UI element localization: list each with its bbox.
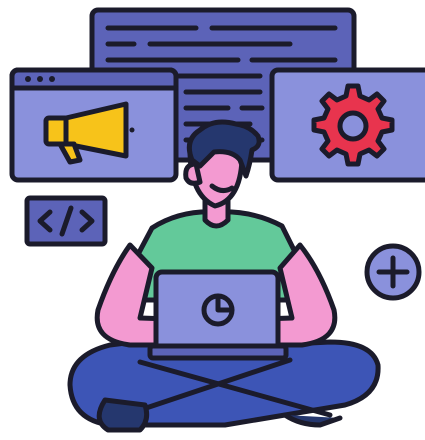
window-dots bbox=[25, 76, 55, 82]
developer-illustration bbox=[9, 7, 425, 433]
gear-icon bbox=[311, 83, 395, 167]
plus-icon bbox=[364, 243, 422, 301]
settings-window bbox=[269, 67, 425, 183]
laptop bbox=[147, 269, 289, 361]
marketing-window bbox=[9, 67, 179, 183]
code-brackets-icon bbox=[24, 195, 108, 247]
